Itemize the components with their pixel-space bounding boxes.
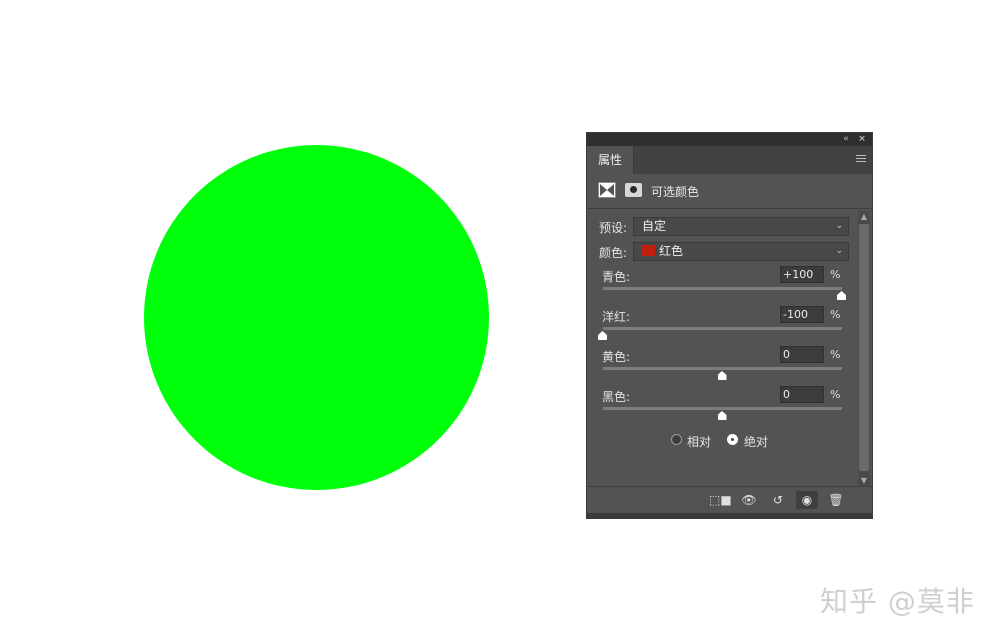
black-percent: % bbox=[830, 388, 841, 401]
clip-to-layer-icon[interactable]: ⬚■ bbox=[709, 491, 732, 509]
adjustment-title: 可选颜色 bbox=[651, 185, 700, 199]
collapse-icon[interactable]: « bbox=[840, 133, 852, 146]
bowtie-icon bbox=[600, 184, 614, 196]
black-slider-thumb[interactable] bbox=[717, 411, 727, 420]
tab-properties[interactable]: 属性 bbox=[587, 146, 634, 174]
relative-radio[interactable] bbox=[671, 434, 682, 445]
panel-tabbar: 属性 bbox=[587, 146, 872, 174]
scroll-up-icon[interactable]: ▲ bbox=[858, 211, 870, 222]
yellow-percent: % bbox=[830, 348, 841, 361]
watermark-text: 知乎 @莫非 bbox=[820, 585, 975, 618]
yellow-value-field[interactable]: 0 bbox=[780, 346, 824, 363]
panel-bottom-bar: ⬚■ 👁 ↺ ◉ 🗑 bbox=[587, 486, 872, 514]
panel-resize-edge[interactable] bbox=[587, 513, 872, 518]
panel-menu-icon[interactable] bbox=[856, 155, 866, 164]
preset-label: 预设: bbox=[599, 221, 628, 235]
trash-icon[interactable]: 🗑 bbox=[825, 491, 847, 509]
chevron-down-icon: ⌄ bbox=[835, 246, 843, 256]
relative-label: 相对 bbox=[687, 435, 712, 449]
magenta-label: 洋红: bbox=[602, 310, 631, 324]
color-swatch bbox=[642, 245, 655, 256]
magenta-slider-track[interactable] bbox=[603, 327, 842, 330]
adjustment-header: 可选颜色 bbox=[587, 174, 872, 209]
black-value-field[interactable]: 0 bbox=[780, 386, 824, 403]
visibility-eye-icon[interactable]: ◉ bbox=[796, 491, 818, 509]
close-icon[interactable]: × bbox=[856, 133, 868, 146]
magenta-value-field[interactable]: -100 bbox=[780, 306, 824, 323]
reset-icon[interactable]: ↺ bbox=[767, 491, 789, 509]
properties-panel: « × 属性 可选颜色 预设: 自定 ⌄ 颜色: 红色 ⌄ 青色: +100 %… bbox=[586, 132, 873, 519]
black-slider-track[interactable] bbox=[603, 407, 842, 410]
colors-label: 颜色: bbox=[599, 246, 628, 260]
yellow-slider-thumb[interactable] bbox=[717, 371, 727, 380]
magenta-percent: % bbox=[830, 308, 841, 321]
colors-dropdown[interactable]: 红色 ⌄ bbox=[633, 242, 849, 261]
panel-scrollbar[interactable]: ▲ ▼ bbox=[858, 211, 870, 486]
cyan-value-field[interactable]: +100 bbox=[780, 266, 824, 283]
colors-value: 红色 bbox=[659, 244, 684, 258]
absolute-radio[interactable] bbox=[727, 434, 738, 445]
green-circle-shape bbox=[144, 145, 489, 490]
view-previous-state-icon[interactable]: 👁 bbox=[738, 491, 760, 509]
scrollbar-thumb[interactable] bbox=[859, 224, 869, 471]
cyan-label: 青色: bbox=[602, 270, 631, 284]
preset-dropdown[interactable]: 自定 ⌄ bbox=[633, 217, 849, 236]
cyan-slider-track[interactable] bbox=[603, 287, 842, 290]
absolute-label: 绝对 bbox=[744, 435, 769, 449]
black-label: 黑色: bbox=[602, 390, 631, 404]
scroll-down-icon[interactable]: ▼ bbox=[858, 475, 870, 486]
chevron-down-icon: ⌄ bbox=[835, 221, 843, 231]
cyan-slider-thumb[interactable] bbox=[837, 291, 846, 300]
panel-title-bar[interactable]: « × bbox=[587, 133, 872, 146]
yellow-slider-track[interactable] bbox=[603, 367, 842, 370]
yellow-label: 黄色: bbox=[602, 350, 631, 364]
magenta-slider-thumb[interactable] bbox=[598, 331, 607, 340]
layer-mask-icon[interactable] bbox=[625, 183, 642, 197]
cyan-percent: % bbox=[830, 268, 841, 281]
selective-color-adjustment-icon[interactable] bbox=[598, 182, 616, 198]
preset-value: 自定 bbox=[642, 219, 667, 233]
